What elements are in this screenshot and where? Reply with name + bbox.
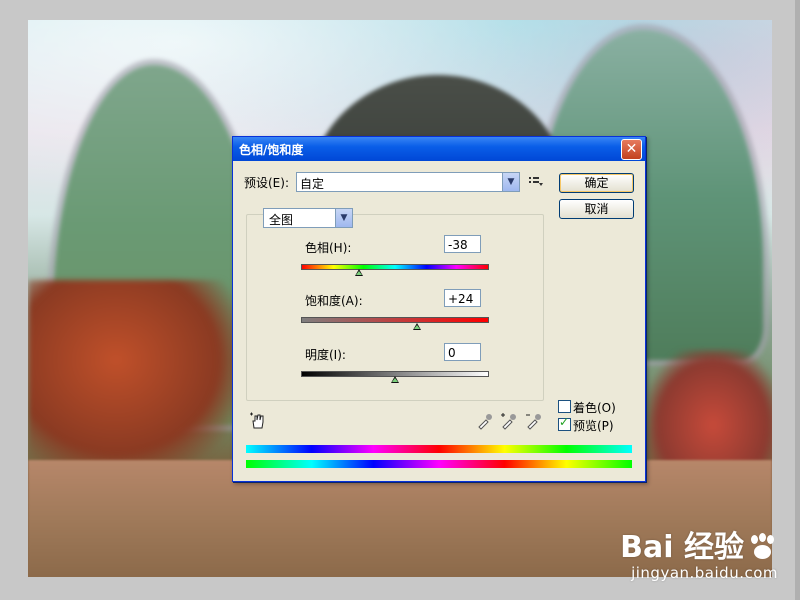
lightness-slider-thumb[interactable] [391, 376, 399, 383]
eyedropper-plus-icon[interactable] [500, 412, 518, 430]
lightness-input[interactable]: 0 [444, 343, 481, 361]
cancel-button[interactable]: 取消 [559, 199, 634, 219]
colorize-checkbox[interactable] [558, 400, 571, 413]
hue-input[interactable]: -38 [444, 235, 481, 253]
spectrum-bar-after [246, 460, 632, 468]
saturation-slider-track[interactable] [301, 317, 489, 323]
saturation-input[interactable]: +24 [444, 289, 481, 307]
preview-checkbox[interactable] [558, 415, 571, 431]
hue-slider-track[interactable] [301, 264, 489, 270]
watermark-brand: Bai 经验 [620, 532, 778, 564]
preview-label: 预览(P) [573, 419, 614, 433]
title-bar[interactable]: 色相/饱和度 ✕ [233, 137, 645, 161]
preset-options-icon[interactable] [529, 176, 545, 186]
preset-select[interactable]: 自定 ▼ [296, 172, 520, 192]
hue-label: 色相(H): [305, 241, 352, 255]
spectrum-bar-before [246, 445, 632, 453]
lightness-label: 明度(I): [305, 348, 346, 362]
saturation-label: 饱和度(A): [305, 294, 363, 308]
dropdown-arrow-icon[interactable]: ▼ [502, 173, 519, 191]
watermark: Bai 经验 jingyan.baidu.com [620, 532, 778, 583]
ok-button[interactable]: 确定 [559, 173, 634, 193]
hue-slider-thumb[interactable] [355, 269, 363, 276]
watermark-brand-text: Bai 经验 [620, 530, 744, 565]
preset-label: 预设(E): [244, 176, 289, 190]
close-icon: ✕ [625, 141, 638, 157]
watermark-site: jingyan.baidu.com [631, 564, 778, 582]
channel-value: 全图 [269, 213, 294, 227]
eyedropper-minus-icon[interactable] [525, 412, 543, 430]
trees-left [28, 280, 248, 480]
paw-icon [748, 533, 778, 563]
channel-select[interactable]: 全图 ▼ [263, 208, 353, 228]
scroll-edge [795, 0, 800, 600]
hand-tool-icon[interactable] [249, 412, 267, 430]
saturation-slider-thumb[interactable] [413, 323, 421, 330]
preset-value: 自定 [300, 177, 325, 191]
eyedropper-icon[interactable] [476, 412, 494, 430]
hue-saturation-dialog: 色相/饱和度 ✕ 预设(E): 自定 ▼ 确定 取消 全图 ▼ 色相(H): -… [232, 136, 646, 482]
close-button[interactable]: ✕ [621, 139, 642, 160]
dialog-title: 色相/饱和度 [239, 143, 304, 157]
dropdown-arrow-icon[interactable]: ▼ [335, 209, 352, 227]
colorize-label: 着色(O) [573, 401, 616, 415]
